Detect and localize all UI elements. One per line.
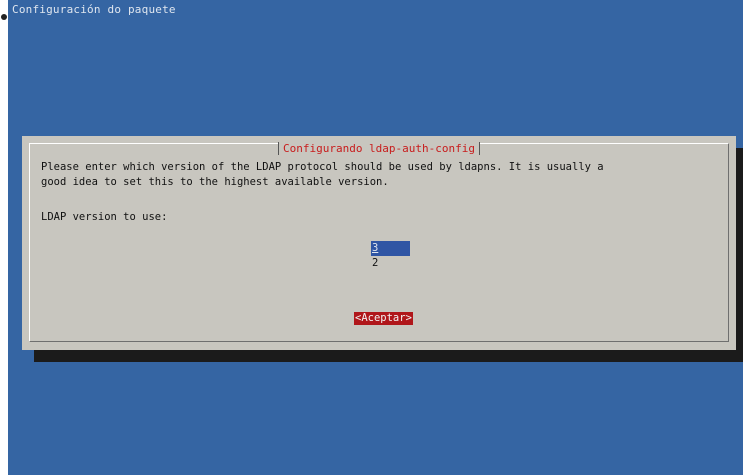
dialog-title-bar: Configurando ldap-auth-config [30,142,728,155]
list-bullet [1,14,7,20]
config-dialog: Configurando ldap-auth-config Please ent… [22,136,736,350]
dialog-prompt: Please enter which version of the LDAP p… [41,161,604,188]
option-label: 2 [372,257,379,269]
ldap-version-option-3[interactable]: 3 [371,241,410,256]
ldap-version-option-2[interactable]: 2 [371,256,410,271]
dialog-title: Configurando ldap-auth-config [277,142,481,155]
option-label: 3 [372,242,379,254]
accept-button[interactable]: <Aceptar> [354,312,413,325]
dialog-frame: Configurando ldap-auth-config Please ent… [29,142,729,342]
ldap-version-label: LDAP version to use: [41,211,168,223]
ldap-version-list[interactable]: 3 2 [371,241,410,271]
package-config-title: Configuración do paquete [12,3,176,16]
terminal-screen: Configuración do paquete Configurando ld… [8,0,743,475]
